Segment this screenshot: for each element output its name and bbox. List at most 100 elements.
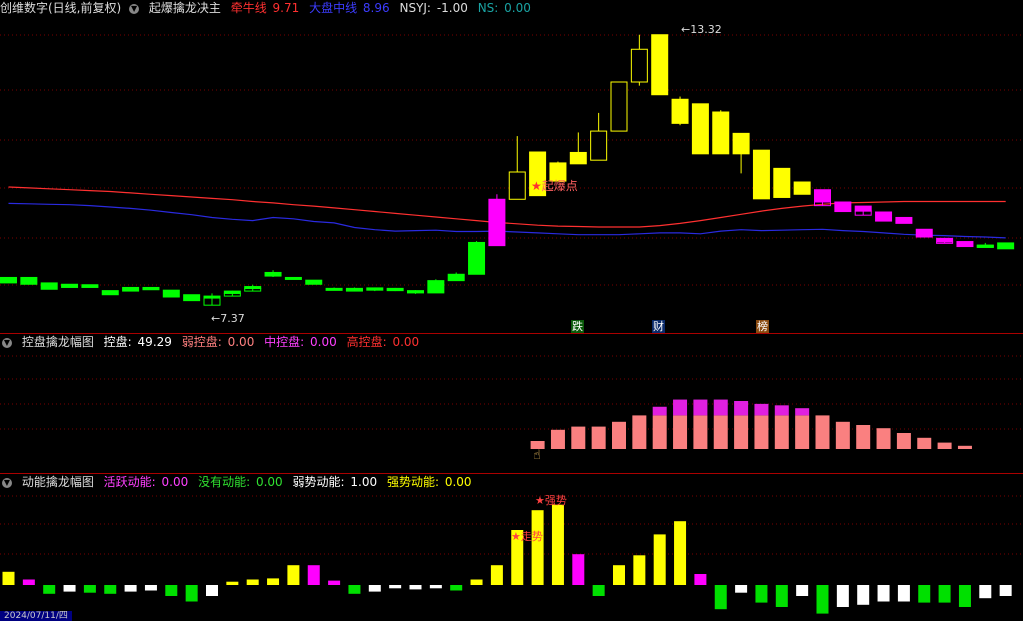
control-bar-top [795,408,810,416]
signal-text: 起爆点 [541,179,578,193]
candle-body [488,198,506,247]
momentum-bar [938,585,951,603]
kp-value: 49.29 [137,335,172,349]
candlestick-chart[interactable] [0,0,1023,333]
none-value: 0.00 [255,475,283,489]
control-bar-top [754,403,769,416]
high-control-label: 高控盘: [346,335,387,349]
bottom-tag-1[interactable]: 财 [652,320,665,333]
candle-body [651,34,669,96]
control-bar [856,425,871,449]
control-bar [693,415,708,449]
momentum-bar [144,585,157,591]
candle-body [407,290,424,294]
control-bar-top [693,399,708,416]
signal-a-marker: ★走势 [511,528,543,544]
candle-body [264,271,282,277]
candle-body [122,286,140,292]
candle-body [997,242,1015,250]
momentum-bar [633,555,646,585]
line2-value: 8.96 [362,1,390,15]
chevron-down-icon[interactable]: ▼ [2,477,12,488]
active-value: 0.00 [161,475,189,489]
candle-body [956,241,974,248]
chevron-down-icon[interactable]: ▼ [129,3,140,14]
line1-value: 9.71 [272,1,300,15]
momentum-bar [185,585,198,602]
high-marker-value: 13.32 [690,23,722,36]
momentum-bar [389,585,402,589]
candle-body [366,287,384,291]
momentum-bar [551,504,564,585]
momentum-bar [653,534,666,585]
momentum-bar-chart[interactable] [0,474,1023,621]
control-bar [550,429,565,449]
candle-body [875,211,893,222]
candle-body [773,167,791,198]
nsyj-value: -1.00 [436,1,468,15]
control-bar [591,426,606,449]
control-bar-top [673,399,688,416]
control-bar [957,445,972,449]
momentum-bar [877,585,890,602]
momentum-bar [104,585,117,594]
momentum-bar [287,565,300,585]
momentum-panel[interactable]: ▼ 动能擒龙幅图 活跃动能: 0.00 没有动能: 0.00 弱势动能: 1.0… [0,474,1023,621]
low-price-marker: ←7.37 [211,312,245,325]
candle-body [427,280,445,294]
momentum-bar [714,585,727,610]
momentum-panel-header: ▼ 动能擒龙幅图 活跃动能: 0.00 没有动能: 0.00 弱势动能: 1.0… [0,474,478,490]
momentum-bar [613,565,625,585]
weak-control-value: 0.00 [227,335,255,349]
mid-control-label: 中控盘: [264,335,305,349]
chevron-down-icon[interactable]: ▼ [2,337,12,348]
candle-body [81,284,99,288]
control-bar [713,415,728,449]
momentum-bar [368,585,381,592]
momentum-bar [409,585,422,590]
control-bar-top [774,405,789,416]
control-bar [896,433,911,449]
momentum-bar [307,565,320,585]
control-bar [876,428,891,449]
candle-body [162,289,180,298]
date-label: 2024/07/11/四 [0,611,72,621]
control-bar [632,415,647,449]
kp-label: 控盘: [103,335,132,349]
momentum-bar [83,585,96,593]
control-panel[interactable]: ▼ 控盘擒龙幅图 控盘: 49.29 弱控盘: 0.00 中控盘: 0.00 高… [0,334,1023,473]
candle-body [61,283,79,288]
weak-momentum-value: 1.00 [350,475,378,489]
candle-body [915,228,933,238]
momentum-bar [328,580,341,585]
candle-body [590,130,608,161]
candle-body [630,48,648,83]
candle-body [20,276,38,285]
control-bar [835,421,850,449]
momentum-bar [348,585,361,594]
line2-label: 大盘中线 [309,1,358,15]
candle-body [610,81,628,132]
momentum-bar [531,510,544,585]
control-bar [937,442,952,449]
control-bar-chart[interactable] [0,334,1023,473]
bottom-tag-2[interactable]: 榜 [756,320,769,333]
main-chart-panel[interactable]: 创维数字(日线,前复权) ▼ 起爆擒龙决主 牵牛线 9.71 大盘中线 8.96… [0,0,1023,333]
bottom-tag-0[interactable]: 跌 [571,320,584,333]
control-bar [571,426,586,449]
strong-momentum-label: 强势动能: [386,475,439,489]
candle-body [508,171,526,200]
momentum-bar [470,579,483,585]
candle-body [691,103,709,155]
mid-control-value: 0.00 [310,335,337,349]
high-control-value: 0.00 [392,335,420,349]
control-bar [673,415,688,449]
candle-body [834,201,852,213]
candle-body [386,287,404,292]
control-bar [815,415,830,449]
main-chart-header: 创维数字(日线,前复权) ▼ 起爆擒龙决主 牵牛线 9.71 大盘中线 8.96… [0,0,537,16]
active-label: 活跃动能: [103,475,156,489]
candle-body [447,273,465,282]
indicator-label: 创维数字(日线,前复权) [0,1,122,15]
signal-a-text: 走势 [520,530,543,543]
